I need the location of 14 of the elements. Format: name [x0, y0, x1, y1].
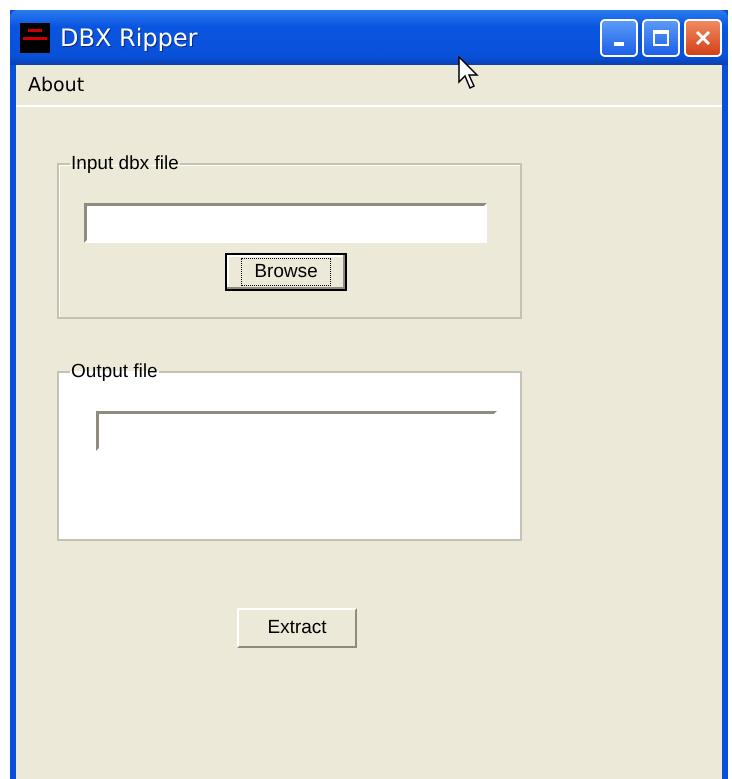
maximize-icon — [652, 28, 670, 46]
close-button[interactable] — [684, 18, 722, 56]
browse-button[interactable]: Browse — [225, 253, 347, 291]
extract-button[interactable]: Extract — [237, 608, 357, 648]
menu-item[interactable]: About — [16, 74, 96, 96]
app-icon — [20, 22, 50, 52]
close-icon — [694, 28, 712, 46]
maximize-button[interactable] — [642, 18, 680, 56]
minimize-icon — [614, 42, 624, 46]
group-label: Input dbx file — [70, 153, 180, 175]
window-title: DBX Ripper — [60, 24, 198, 52]
minimize-button[interactable] — [600, 18, 638, 56]
input-field[interactable] — [84, 203, 487, 243]
group-label: Output file — [70, 361, 159, 383]
